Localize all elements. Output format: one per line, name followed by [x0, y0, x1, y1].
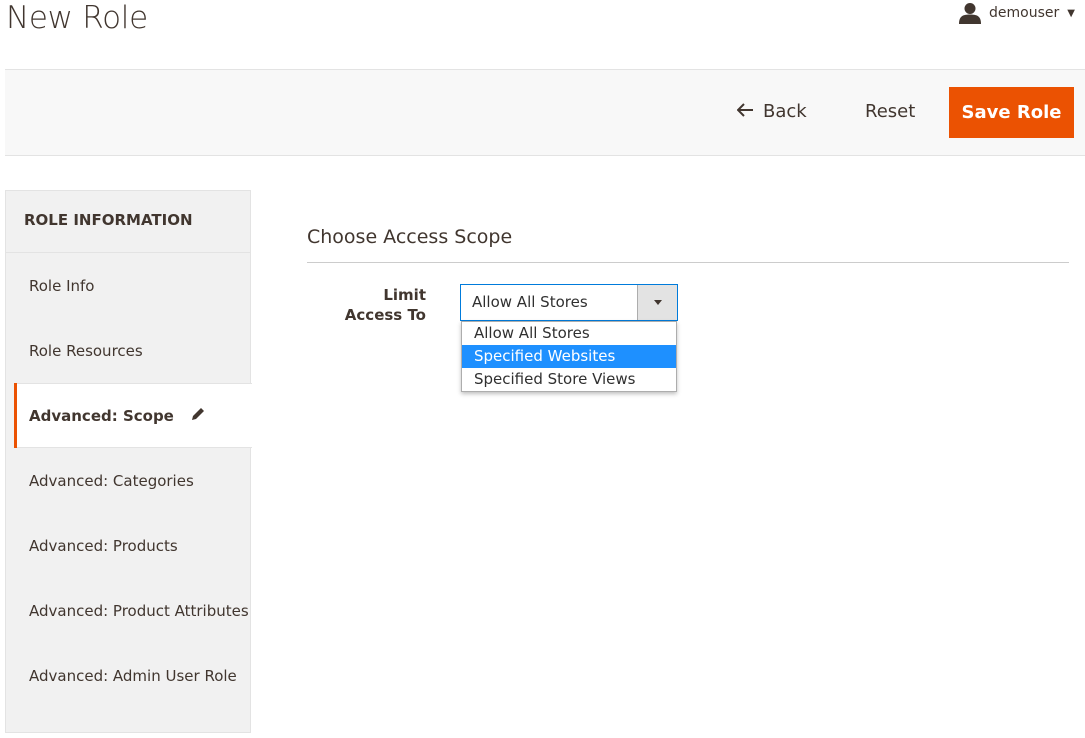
- option-allow-all-stores[interactable]: Allow All Stores: [462, 322, 676, 345]
- arrow-left-icon: [736, 101, 753, 122]
- limit-access-select[interactable]: Allow All Stores: [460, 284, 678, 321]
- action-bar: Back Reset Save Role: [5, 69, 1085, 156]
- page-title: New Role: [6, 0, 148, 36]
- scope-options-list: Allow All Stores Specified Websites Spec…: [461, 321, 677, 392]
- sidebar-heading: ROLE INFORMATION: [6, 191, 250, 253]
- sidebar-item-label: Advanced: Admin User Role: [29, 666, 237, 685]
- user-name: demouser: [989, 5, 1060, 21]
- reset-button[interactable]: Reset: [865, 101, 915, 122]
- sidebar-item-label: Role Resources: [29, 341, 143, 360]
- sidebar: ROLE INFORMATION Role Info Role Resource…: [5, 190, 252, 733]
- user-icon: [959, 2, 982, 24]
- user-menu[interactable]: demouser ▼: [959, 2, 1075, 24]
- select-toggle-button[interactable]: [637, 285, 677, 320]
- sidebar-item-label: Advanced: Scope: [29, 406, 174, 425]
- limit-access-label: Limit Access To: [344, 286, 426, 324]
- sidebar-item-label: Role Info: [29, 276, 95, 295]
- sidebar-item-role-resources[interactable]: Role Resources: [6, 318, 250, 383]
- sidebar-item-label: Advanced: Products: [29, 536, 178, 555]
- option-specified-websites[interactable]: Specified Websites: [462, 345, 676, 368]
- back-button[interactable]: Back: [736, 101, 807, 122]
- section-title: Choose Access Scope: [307, 226, 513, 248]
- back-label: Back: [763, 101, 807, 122]
- sidebar-item-advanced-product-attributes[interactable]: Advanced: Product Attributes: [6, 578, 250, 643]
- caret-down-icon: ▼: [1067, 7, 1075, 19]
- caret-down-icon: [653, 300, 662, 305]
- section-divider: [307, 262, 1069, 263]
- select-value: Allow All Stores: [472, 293, 588, 311]
- sidebar-item-advanced-categories[interactable]: Advanced: Categories: [6, 448, 250, 513]
- sidebar-item-advanced-scope[interactable]: Advanced: Scope: [14, 383, 252, 448]
- sidebar-item-role-info[interactable]: Role Info: [6, 253, 250, 318]
- page: New Role demouser ▼ Back Reset Save Role…: [0, 0, 1085, 738]
- sidebar-item-label: Advanced: Product Attributes: [29, 601, 249, 620]
- pencil-icon: [190, 406, 206, 426]
- sidebar-item-advanced-admin-user-role[interactable]: Advanced: Admin User Role: [6, 643, 250, 708]
- save-role-button[interactable]: Save Role: [949, 87, 1074, 138]
- sidebar-item-label: Advanced: Categories: [29, 471, 194, 490]
- option-specified-store-views[interactable]: Specified Store Views: [462, 368, 676, 391]
- sidebar-item-advanced-products[interactable]: Advanced: Products: [6, 513, 250, 578]
